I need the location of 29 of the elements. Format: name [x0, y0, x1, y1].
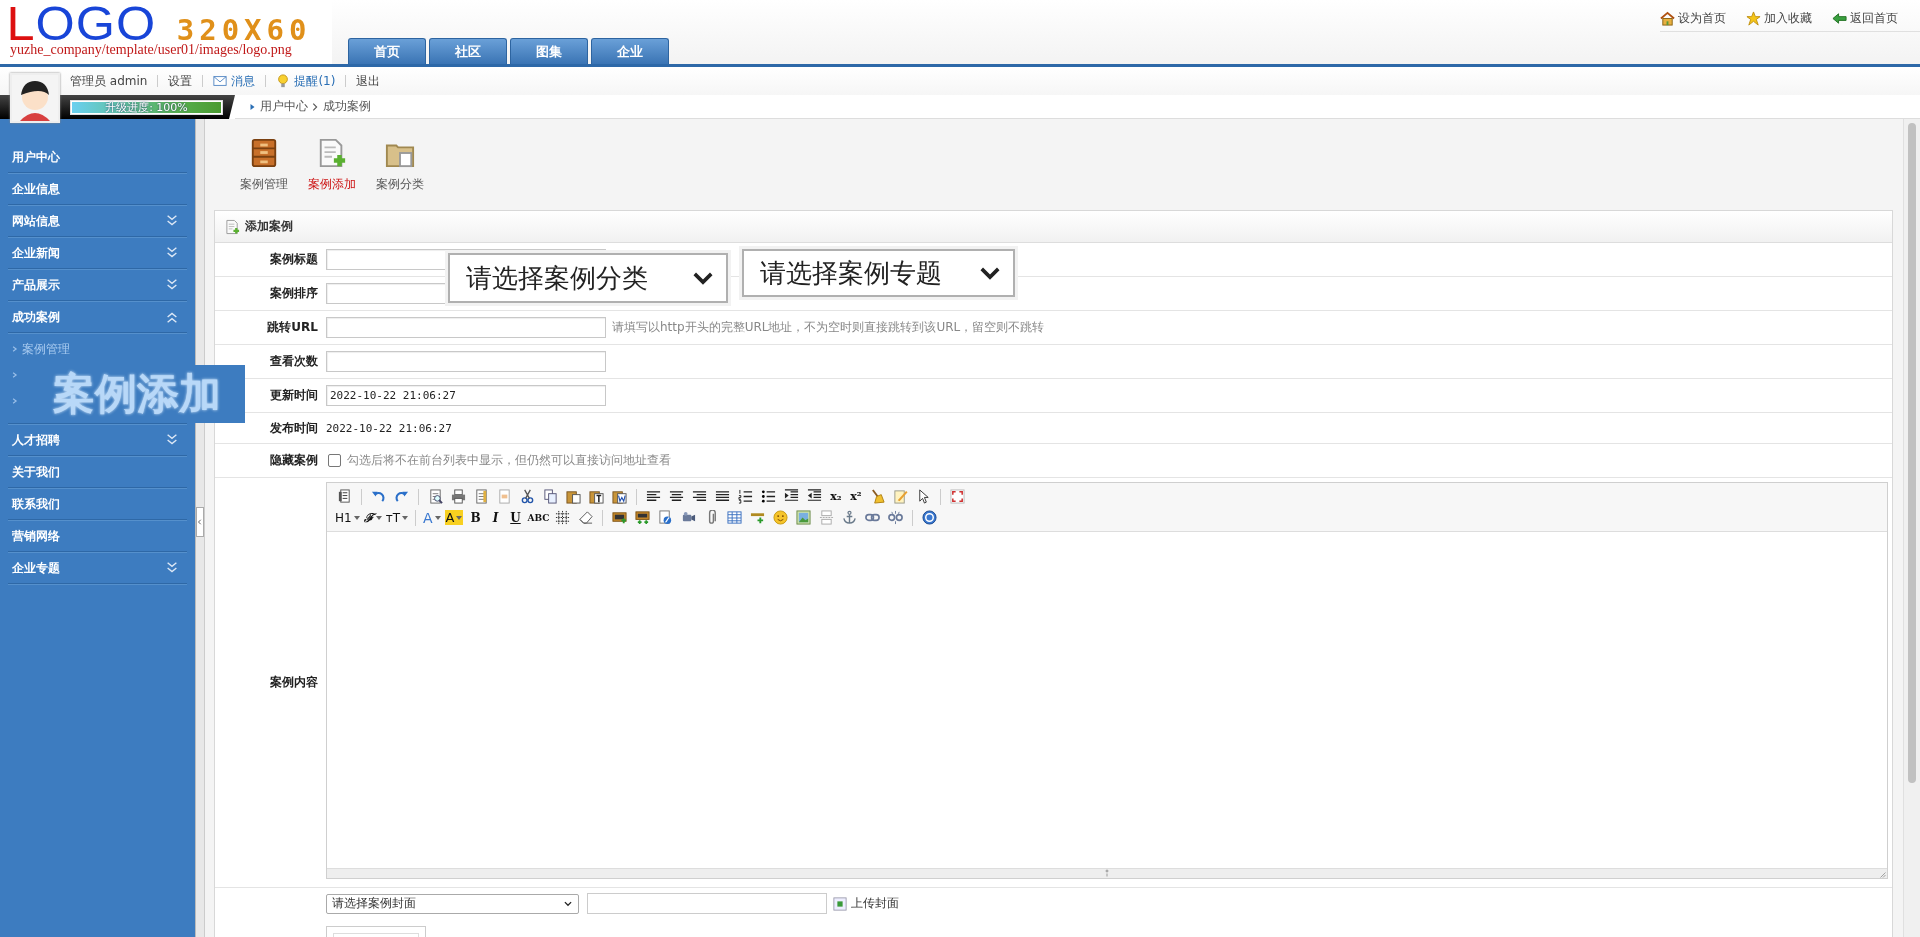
field-label: 更新时间 [269, 387, 319, 404]
sidebar-label: 企业信息 [12, 180, 60, 198]
zoomed-select-tooltip: 请选择案例专题 [742, 249, 1015, 297]
field-label: 隐藏案例 [269, 452, 319, 469]
sidebar-label: 关于我们 [12, 463, 60, 481]
progress-label: 升级进度: 100% [104, 100, 189, 114]
user-name: 管理员 admin [70, 72, 148, 90]
sidebar-label: 人才招聘 [12, 431, 60, 449]
sidebar-label: 联系我们 [12, 495, 60, 513]
field-label: 案例排序 [269, 285, 319, 302]
sidebar-label: 产品展示 [12, 276, 60, 294]
field-value: 2022-10-22 21:06:27 [326, 421, 452, 435]
panel-title: 添加案例 [245, 218, 293, 235]
sidebar-label: 营销网络 [12, 527, 60, 545]
hint-text: 请填写以http开头的完整URL地址，不为空时则直接跳转到该URL，留空则不跳转 [612, 319, 1045, 336]
field-label: 案例内容 [269, 674, 319, 691]
sidebar-label: 用户中心 [12, 148, 60, 166]
sidebar-label: 网站信息 [12, 212, 60, 230]
zoomed-select-tooltip: 请选择案例分类 [448, 253, 728, 303]
sidebar-label: 企业新闻 [12, 244, 60, 262]
field-label: 跳转URL [266, 319, 319, 336]
field-label: 案例标题 [269, 251, 319, 268]
logo-text: LOGO [6, 4, 157, 44]
field-label: 发布时间 [269, 419, 319, 437]
hint-text: 勾选后将不在前台列表中显示，但仍然可以直接访问地址查看 [347, 452, 671, 469]
field-label: 查看次数 [269, 353, 319, 370]
sidebar-label: 企业专题 [12, 559, 60, 577]
logo-path-text: yuzhe_company/template/user01/images/logo.png [10, 42, 293, 58]
sidebar-label: 成功案例 [12, 308, 60, 326]
